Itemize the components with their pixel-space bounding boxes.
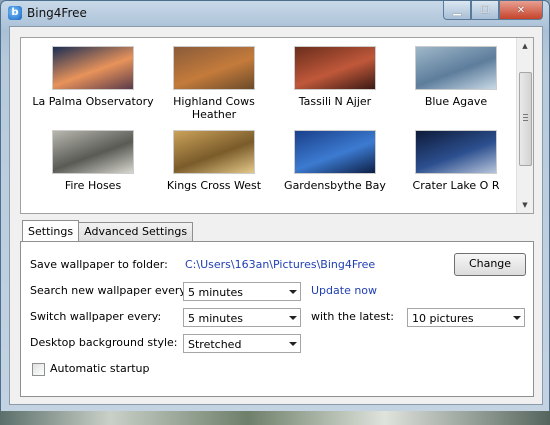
client-area: La Palma Observatory Highland Cows Heathe…: [9, 26, 543, 405]
wallpaper-thumbnail-tile[interactable]: Highland Cows Heather: [152, 46, 276, 121]
wallpaper-thumbnail-tile[interactable]: Crater Lake O R: [394, 130, 518, 192]
switch-interval-label: Switch wallpaper every:: [30, 310, 162, 323]
grip-line: [523, 120, 528, 121]
save-folder-label: Save wallpaper to folder:: [30, 258, 168, 271]
wallpaper-thumbnail-tile[interactable]: Fire Hoses: [31, 130, 155, 192]
latest-count-label: with the latest:: [311, 310, 395, 323]
change-folder-button[interactable]: Change: [454, 253, 526, 276]
wallpaper-title: Kings Cross West: [166, 179, 262, 192]
minimize-button[interactable]: ▁: [443, 1, 471, 20]
wallpaper-gallery: La Palma Observatory Highland Cows Heathe…: [20, 37, 534, 214]
search-interval-select[interactable]: 5 minutes: [183, 282, 301, 301]
tab-settings[interactable]: Settings: [22, 220, 80, 241]
window-controls: ▁ ☐ ✕: [443, 1, 543, 20]
minimize-icon: ▁: [453, 4, 461, 16]
close-icon: ✕: [516, 4, 526, 16]
latest-count-value: 10 pictures: [412, 312, 474, 325]
wallpaper-thumbnail-image[interactable]: [52, 130, 134, 174]
scroll-up-arrow-icon[interactable]: ▲: [517, 38, 533, 54]
settings-panel: Save wallpaper to folder: C:\Users\163an…: [20, 241, 534, 397]
background-style-value: Stretched: [188, 338, 242, 351]
window-title: Bing4Free: [27, 6, 87, 20]
wallpaper-thumbnail-image[interactable]: [294, 130, 376, 174]
search-interval-value: 5 minutes: [188, 286, 244, 299]
wallpaper-thumbnail-tile[interactable]: Gardensbythe Bay: [273, 130, 397, 192]
maximize-button[interactable]: ☐: [471, 1, 499, 20]
chevron-down-icon: [289, 342, 297, 346]
wallpaper-thumbnail-tile[interactable]: Blue Agave: [394, 46, 518, 108]
settings-tabs: Settings Advanced Settings: [22, 220, 194, 242]
wallpaper-title: Crater Lake O R: [412, 179, 500, 192]
switch-interval-value: 5 minutes: [188, 312, 244, 325]
wallpaper-title: Gardensbythe Bay: [284, 179, 386, 192]
wallpaper-thumbnail-tile[interactable]: Tassili N Ajjer: [273, 46, 397, 108]
wallpaper-thumbnail-tile[interactable]: Kings Cross West: [152, 130, 276, 192]
wallpaper-thumbnail-image[interactable]: [173, 130, 255, 174]
gallery-grid: La Palma Observatory Highland Cows Heathe…: [21, 38, 516, 213]
desktop-background: [0, 411, 550, 425]
tab-advanced-settings[interactable]: Advanced Settings: [78, 222, 194, 241]
background-style-label: Desktop background style:: [30, 336, 178, 349]
chevron-down-icon: [289, 316, 297, 320]
app-icon: b: [8, 6, 22, 20]
search-interval-label: Search new wallpaper every:: [30, 284, 189, 297]
wallpaper-title: Highland Cows Heather: [173, 95, 255, 121]
chevron-down-icon: [289, 290, 297, 294]
scrollbar-thumb[interactable]: [519, 72, 532, 166]
close-button[interactable]: ✕: [499, 1, 543, 20]
chevron-down-icon: [513, 316, 521, 320]
grip-line: [523, 114, 528, 115]
save-folder-path[interactable]: C:\Users\163an\Pictures\Bing4Free: [185, 258, 375, 271]
automatic-startup-checkbox[interactable]: [32, 363, 45, 376]
status-bar: [10, 397, 542, 404]
wallpaper-thumbnail-tile[interactable]: La Palma Observatory: [31, 46, 155, 108]
wallpaper-title: Blue Agave: [424, 95, 488, 108]
latest-count-select[interactable]: 10 pictures: [407, 308, 525, 327]
title-bar[interactable]: b Bing4Free ▁ ☐ ✕: [1, 1, 549, 25]
grip-line: [523, 117, 528, 118]
wallpaper-thumbnail-image[interactable]: [173, 46, 255, 90]
update-now-link[interactable]: Update now: [311, 284, 377, 297]
wallpaper-thumbnail-image[interactable]: [415, 130, 497, 174]
wallpaper-thumbnail-image[interactable]: [52, 46, 134, 90]
wallpaper-title: Fire Hoses: [64, 179, 122, 192]
wallpaper-thumbnail-image[interactable]: [415, 46, 497, 90]
automatic-startup-label: Automatic startup: [50, 362, 150, 375]
background-style-select[interactable]: Stretched: [183, 334, 301, 353]
scroll-down-arrow-icon[interactable]: ▼: [517, 197, 533, 213]
switch-interval-select[interactable]: 5 minutes: [183, 308, 301, 327]
maximize-icon: ☐: [480, 4, 490, 16]
gallery-scrollbar[interactable]: ▲ ▼: [516, 38, 533, 213]
wallpaper-title: Tassili N Ajjer: [298, 95, 372, 108]
wallpaper-thumbnail-image[interactable]: [294, 46, 376, 90]
wallpaper-title: La Palma Observatory: [32, 95, 154, 108]
app-window: b Bing4Free ▁ ☐ ✕ La Palma Observatory Hi…: [0, 0, 550, 414]
